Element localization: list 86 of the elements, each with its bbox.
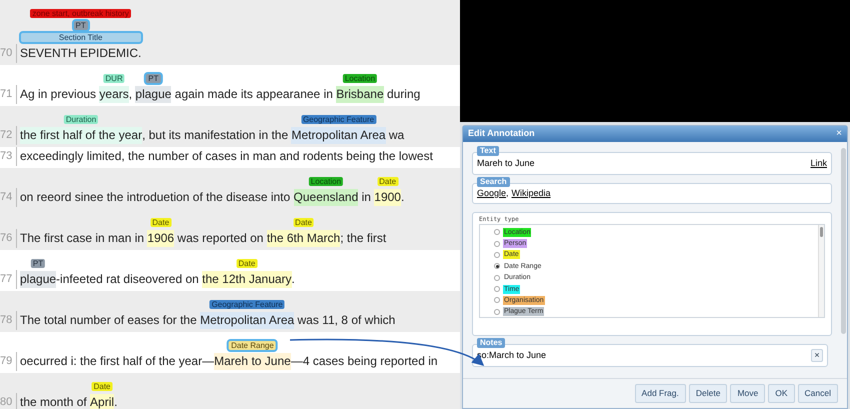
annotation-label[interactable]: DUR: [103, 74, 125, 83]
link[interactable]: Link: [810, 156, 827, 170]
line-number: 73: [0, 147, 17, 166]
text-span: during: [386, 87, 420, 101]
radio-button[interactable]: [494, 240, 500, 247]
radio-button[interactable]: [494, 274, 500, 281]
annotation-label[interactable]: Date: [377, 177, 398, 186]
annotation-label[interactable]: PT: [30, 259, 46, 268]
text-span: .: [114, 395, 118, 409]
radio-button[interactable]: [494, 263, 500, 270]
line-number: 74: [0, 188, 17, 207]
annotated-text[interactable]: the 6th March: [266, 230, 340, 247]
text-span: , but its manifestation in the: [142, 128, 290, 142]
text-span: ; the first: [340, 231, 386, 245]
text-span: the month of: [20, 395, 88, 409]
annotated-text[interactable]: SEVENTH EPIDEMIC.: [20, 45, 142, 62]
annotation-label[interactable]: PT: [146, 74, 161, 83]
annotation-label[interactable]: Date: [293, 218, 314, 227]
text-span: wa: [388, 128, 404, 142]
annotated-text[interactable]: April: [90, 394, 114, 409]
annotated-text[interactable]: the first half of the year: [20, 127, 142, 144]
text-span: was reported on: [176, 231, 264, 245]
text-span: .: [400, 190, 404, 204]
line-number: 77: [0, 270, 17, 289]
line-number: 70: [0, 44, 17, 63]
text-span: Ag in previous: [20, 87, 98, 101]
text-span: was 11, 8 of which: [296, 313, 396, 327]
annotation-label[interactable]: Date Range: [229, 341, 276, 350]
dialog-button[interactable]: OK: [768, 384, 795, 403]
line-number: 72: [0, 126, 17, 145]
annotated-text[interactable]: 1900: [374, 189, 401, 206]
comma: ,: [506, 186, 509, 200]
text-span: The total number of eases for the: [20, 313, 198, 327]
annotated-text[interactable]: Mareh to June: [214, 353, 291, 370]
annotated-text[interactable]: Brisbane: [336, 86, 384, 103]
annotated-text[interactable]: the 12th January: [202, 271, 292, 288]
line-number: 79: [0, 352, 17, 371]
text-span: —4 cases being reported in: [290, 354, 438, 368]
annotated-text[interactable]: Queensland: [294, 189, 358, 206]
annotated-text[interactable]: Metropolitan Area: [291, 127, 386, 144]
annotation-label[interactable]: PT: [74, 21, 88, 30]
line-number: 78: [0, 311, 17, 330]
section-legend: Text: [477, 146, 499, 156]
text-span: The first case in man in: [20, 231, 146, 245]
scrollbar[interactable]: [818, 225, 824, 317]
radio-button[interactable]: [494, 229, 500, 236]
line-number: 71: [0, 85, 17, 104]
radio-button[interactable]: [494, 286, 500, 292]
dialog-button[interactable]: Cancel: [798, 384, 838, 403]
annotation-label[interactable]: Location: [308, 177, 344, 186]
annotated-text[interactable]: 1906: [147, 230, 174, 247]
annotation-label[interactable]: Date: [150, 218, 172, 227]
dialog-title: Edit Annotation: [468, 127, 535, 140]
annotated-text[interactable]: Metropolitan Area: [200, 312, 294, 329]
dialog-button[interactable]: Add Frag.: [634, 384, 686, 403]
text-span: ,: [128, 87, 134, 101]
line-number: 76: [0, 229, 17, 248]
annotation-label[interactable]: Location: [342, 74, 378, 83]
text-span: oecurred i: the first half of the year—: [20, 354, 214, 368]
scrollbar[interactable]: [841, 148, 846, 334]
text-span: .: [292, 272, 295, 286]
annotation-label[interactable]: Date: [92, 382, 112, 391]
annotated-text[interactable]: years: [99, 86, 129, 103]
annotated-text[interactable]: plague: [20, 271, 56, 288]
section-legend: Search: [477, 177, 510, 187]
line-number: 80: [0, 393, 17, 409]
radio-button[interactable]: [494, 308, 500, 315]
annotation-label[interactable]: Section Title: [20, 33, 141, 42]
radio-button[interactable]: [494, 252, 500, 258]
search-link[interactable]: Wikipedia: [512, 186, 551, 200]
text-span: again made its appearanee in: [174, 87, 334, 101]
clear-button[interactable]: ×: [811, 349, 823, 362]
text-value: Mareh to June: [477, 156, 535, 170]
text-span: in: [360, 190, 372, 204]
annotated-text[interactable]: plague: [135, 86, 172, 103]
dialog-button[interactable]: Move: [730, 384, 766, 403]
dialog-button[interactable]: Delete: [688, 384, 728, 403]
text-span: on reeord sinee the introduetion of the disease into: [20, 190, 292, 204]
text-span: -infeeted rat diseovered on: [56, 272, 200, 286]
search-link[interactable]: Google: [477, 186, 506, 200]
annotation-label[interactable]: Date: [236, 259, 258, 268]
section-legend: Notes: [477, 338, 506, 348]
annotation-label[interactable]: Duration: [64, 115, 98, 124]
radio-button[interactable]: [494, 297, 500, 304]
notes-value: so:March to June: [477, 348, 546, 362]
text-span: exceedingly limited, the number of cases in man and rodents being the lowest: [20, 149, 433, 163]
